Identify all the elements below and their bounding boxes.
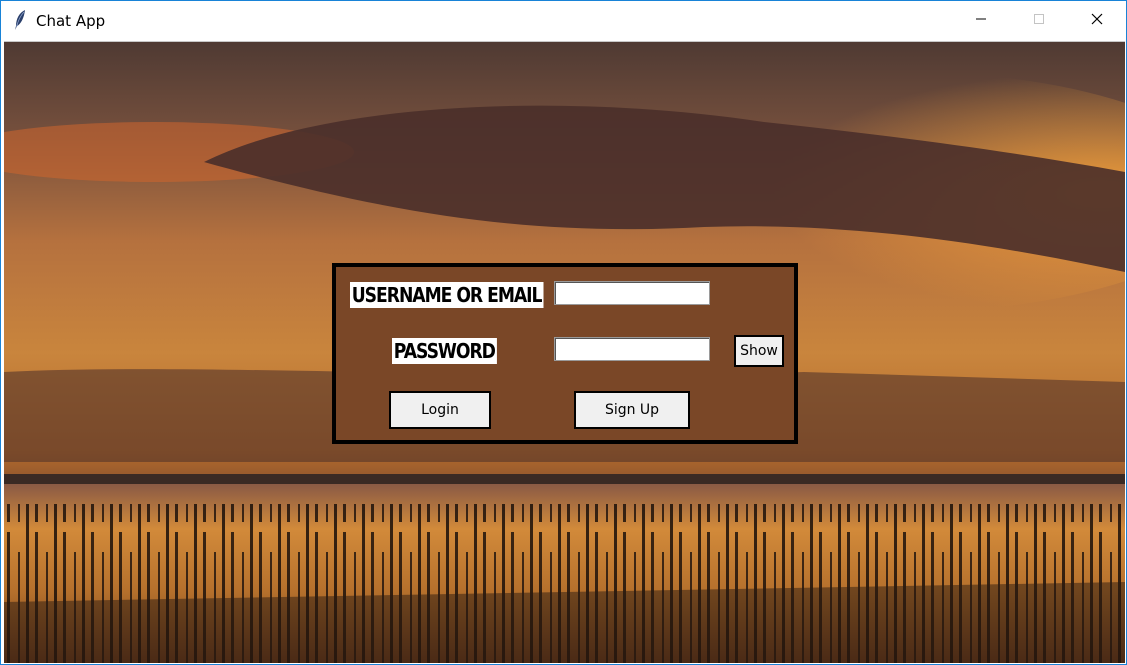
username-label: USERNAME OR EMAIL (350, 282, 544, 308)
app-window: Chat App USERNAME OR EMAIL PASSWORD Show… (0, 0, 1127, 665)
window-client-area: USERNAME OR EMAIL PASSWORD Show Login Si… (4, 41, 1125, 663)
minimize-button[interactable] (952, 1, 1010, 40)
feather-icon (13, 9, 27, 31)
password-label: PASSWORD (392, 338, 497, 364)
username-input[interactable] (554, 281, 710, 305)
show-password-button[interactable]: Show (734, 335, 784, 367)
window-title: Chat App (36, 12, 106, 30)
maximize-button[interactable] (1010, 1, 1068, 40)
login-form-panel: USERNAME OR EMAIL PASSWORD Show Login Si… (332, 263, 798, 444)
password-input[interactable] (554, 337, 710, 361)
sign-up-button[interactable]: Sign Up (574, 391, 690, 429)
login-button[interactable]: Login (389, 391, 491, 429)
close-button[interactable] (1068, 1, 1126, 40)
close-icon (1091, 12, 1103, 30)
maximize-icon (1033, 12, 1045, 30)
title-bar[interactable]: Chat App (1, 1, 1126, 40)
minimize-icon (975, 12, 987, 30)
